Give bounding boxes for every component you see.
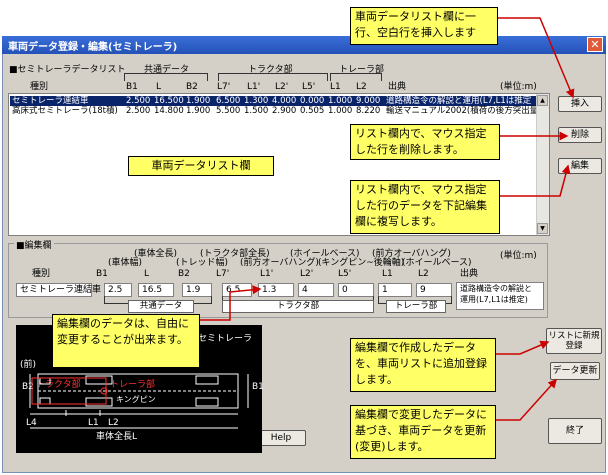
arrow-add <box>496 340 550 355</box>
annotation-arrows <box>29 17 575 429</box>
arrow-free-edit <box>200 285 262 321</box>
arrow-insert <box>498 17 575 99</box>
arrow-edit <box>500 164 571 197</box>
arrow-update <box>496 378 558 421</box>
diagram-vehicle-outline <box>29 373 249 429</box>
